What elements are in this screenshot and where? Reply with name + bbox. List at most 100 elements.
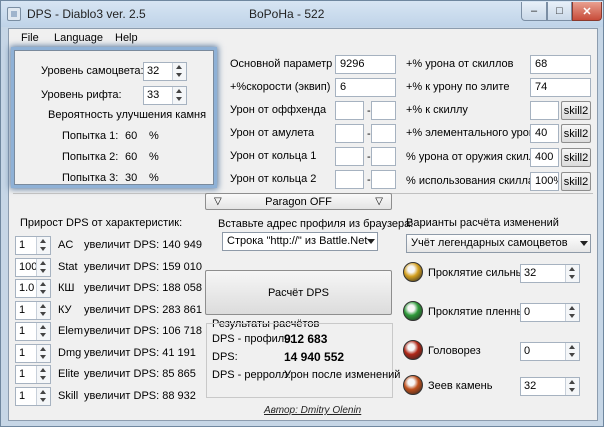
stat-qty-stepper[interactable]: 1	[15, 236, 51, 255]
author-link[interactable]: Автор: Dmitry Olenin	[264, 405, 361, 416]
legendary-gem-icon	[403, 301, 423, 321]
gem-level-stepper[interactable]: 0	[520, 303, 580, 322]
offhand-min-input[interactable]	[335, 101, 364, 120]
param-label: +%скорости (эквип)	[230, 81, 331, 93]
stat-qty-value: 1	[19, 304, 26, 316]
ring1-min-input[interactable]	[335, 147, 364, 166]
skill-usage-input[interactable]: 100%	[530, 172, 559, 191]
weapon-damage-input[interactable]: 400	[530, 148, 559, 167]
stat-qty-value: 1	[19, 347, 26, 359]
stat-qty-stepper[interactable]: 1	[15, 365, 51, 384]
stat-name: Dmg	[58, 347, 82, 359]
offhand-max-input[interactable]	[371, 101, 396, 120]
attempt-label: Попытка 1:	[62, 130, 119, 142]
stepper-arrows-icon[interactable]	[36, 388, 50, 405]
amulet-max-input[interactable]	[371, 124, 396, 143]
gem-level-stepper[interactable]: 32	[143, 62, 187, 81]
amulet-min-input[interactable]	[335, 124, 364, 143]
title-bar[interactable]: DPS - Diablo3 ver. 2.5 BoPoHa - 522 – □ …	[1, 1, 603, 27]
stepper-arrows-icon[interactable]	[36, 237, 50, 254]
menu-help[interactable]: Help	[115, 32, 138, 44]
stat-name: Elem	[58, 325, 84, 337]
stat-qty-stepper[interactable]: 1	[15, 344, 51, 363]
gem-level-value: 32	[524, 267, 537, 279]
stat-name: Skill	[58, 390, 79, 402]
skill2-button[interactable]: skill2	[561, 148, 591, 167]
skill-damage-input[interactable]: 68	[530, 55, 591, 74]
elite-damage-input[interactable]: 74	[530, 78, 591, 97]
param-label: +% к урону по элите	[406, 81, 510, 93]
stat-qty-stepper[interactable]: 1.0	[15, 279, 51, 298]
stepper-arrows-icon[interactable]	[172, 87, 186, 104]
stat-qty-stepper[interactable]: 1	[15, 322, 51, 341]
stat-name: КШ	[58, 282, 75, 294]
skill2-button[interactable]: skill2	[561, 124, 591, 143]
stat-qty-stepper[interactable]: 1	[15, 387, 51, 406]
skill-bonus-input[interactable]	[530, 101, 559, 120]
ring1-max-input[interactable]	[371, 147, 396, 166]
stepper-arrows-icon[interactable]	[36, 302, 50, 319]
stepper-arrows-icon[interactable]	[36, 259, 50, 276]
stat-qty-stepper[interactable]: 1	[15, 301, 51, 320]
param-label: +% урона от скиллов	[406, 58, 514, 70]
stat-qty-stepper[interactable]: 100	[15, 258, 51, 277]
chevron-down-icon: ▽	[214, 196, 222, 207]
variants-combo[interactable]: Учёт легендарных самоцветов	[406, 234, 591, 253]
gem-level-value: 0	[524, 306, 531, 318]
rift-level-stepper[interactable]: 33	[143, 86, 187, 105]
gem-level-stepper[interactable]: 0	[520, 342, 580, 361]
stat-qty-value: 1	[19, 239, 26, 251]
menu-bar: File Language Help	[9, 29, 597, 47]
stepper-arrows-icon[interactable]	[36, 345, 50, 362]
close-button[interactable]: ✕	[572, 2, 602, 21]
menu-file[interactable]: File	[21, 32, 39, 44]
skill2-button[interactable]: skill2	[561, 172, 591, 191]
skill2-button[interactable]: skill2	[561, 101, 591, 120]
upgrade-chance-label: Вероятность улучшения камня	[48, 109, 207, 121]
stat-name: КУ	[58, 304, 72, 316]
maximize-button[interactable]: □	[547, 2, 572, 21]
gem-level-value: 32	[524, 380, 537, 392]
stat-qty-value: 1	[19, 325, 26, 337]
result-label: DPS:	[212, 351, 238, 363]
attempt-value: 30	[125, 172, 138, 184]
stepper-arrows-icon[interactable]	[565, 343, 579, 360]
stepper-arrows-icon[interactable]	[36, 366, 50, 383]
paragon-toggle[interactable]: ▽ Paragon OFF ▽	[205, 193, 392, 210]
profile-url-combo[interactable]: Строка "http://" из Battle.Net	[222, 232, 378, 251]
main-stat-input[interactable]: 9296	[335, 55, 396, 74]
ring2-max-input[interactable]	[371, 170, 396, 189]
stat-dps-gain: увеличит DPS: 188 058	[84, 282, 202, 294]
gem-level-stepper[interactable]: 32	[520, 264, 580, 283]
gem-level-value: 0	[524, 345, 531, 357]
menu-language[interactable]: Language	[54, 32, 103, 44]
gem-name: Головорез	[428, 345, 481, 357]
attempt-unit: %	[149, 172, 159, 184]
stepper-arrows-icon[interactable]	[36, 323, 50, 340]
stepper-arrows-icon[interactable]	[565, 265, 579, 282]
paragon-label: Paragon OFF	[265, 195, 332, 208]
gem-name: Зеев камень	[428, 380, 493, 392]
param-label: % использования скилла	[406, 175, 534, 187]
attempt-value: 60	[125, 130, 138, 142]
ring2-min-input[interactable]	[335, 170, 364, 189]
attack-speed-input[interactable]: 6	[335, 78, 396, 97]
gem-level-stepper[interactable]: 32	[520, 377, 580, 396]
calculate-dps-button[interactable]: Расчёт DPS	[205, 270, 392, 315]
elemental-damage-input[interactable]: 40	[530, 124, 559, 143]
dropdown-arrow-icon[interactable]	[580, 241, 588, 246]
attempt-unit: %	[149, 130, 159, 142]
stepper-arrows-icon[interactable]	[565, 378, 579, 395]
rift-level-value: 33	[147, 89, 160, 101]
profile-url-value: Строка "http://" из Battle.Net	[227, 235, 368, 247]
window-subtitle: BoPoHa - 522	[249, 7, 325, 21]
stat-qty-value: 1.0	[19, 282, 35, 294]
param-label: Урон от кольца 1	[230, 150, 317, 162]
param-label: Основной параметр	[230, 58, 333, 70]
gem-name: Проклятие сильных	[428, 267, 530, 279]
dropdown-arrow-icon[interactable]	[367, 239, 375, 244]
stepper-arrows-icon[interactable]	[565, 304, 579, 321]
stepper-arrows-icon[interactable]	[36, 280, 50, 297]
stepper-arrows-icon[interactable]	[172, 63, 186, 80]
minimize-button[interactable]: –	[521, 2, 547, 21]
